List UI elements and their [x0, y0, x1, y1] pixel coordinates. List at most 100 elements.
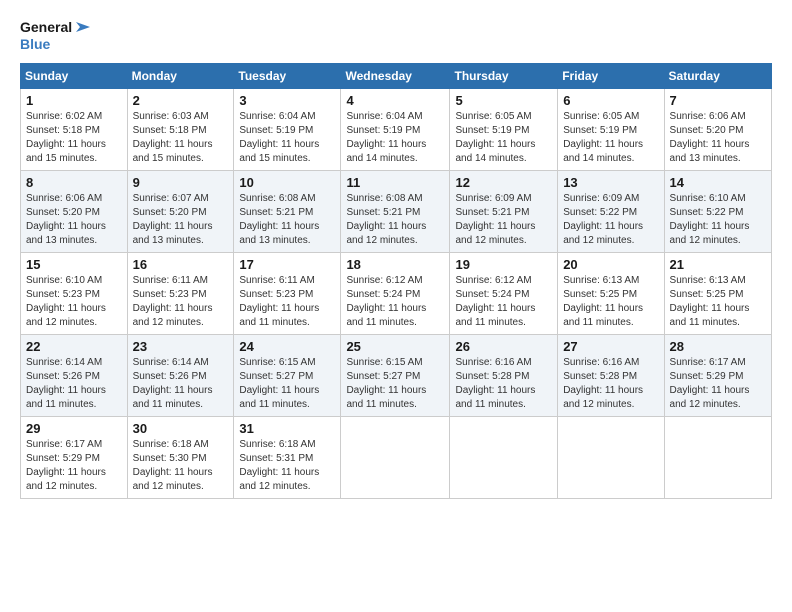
calendar-week-row: 8 Sunrise: 6:06 AMSunset: 5:20 PMDaylight…	[21, 170, 772, 252]
calendar-week-row: 22 Sunrise: 6:14 AMSunset: 5:26 PMDayligh…	[21, 334, 772, 416]
calendar-cell: 6 Sunrise: 6:05 AMSunset: 5:19 PMDaylight…	[558, 88, 664, 170]
day-info: Sunrise: 6:09 AMSunset: 5:22 PMDaylight:…	[563, 192, 658, 248]
day-number: 17	[239, 257, 335, 272]
calendar-cell: 10 Sunrise: 6:08 AMSunset: 5:21 PMDayligh…	[234, 170, 341, 252]
day-number: 12	[455, 175, 552, 190]
calendar-table: SundayMondayTuesdayWednesdayThursdayFrid…	[20, 63, 772, 499]
calendar-header-row: SundayMondayTuesdayWednesdayThursdayFrid…	[21, 63, 772, 88]
day-info: Sunrise: 6:09 AMSunset: 5:21 PMDaylight:…	[455, 192, 552, 248]
day-number: 31	[239, 421, 335, 436]
day-number: 29	[26, 421, 122, 436]
calendar-cell: 17 Sunrise: 6:11 AMSunset: 5:23 PMDayligh…	[234, 252, 341, 334]
calendar-cell: 27Sunrise: 6:16 AMSunset: 5:28 PMDayligh…	[558, 334, 664, 416]
calendar-cell: 31 Sunrise: 6:18 AMSunset: 5:31 PMDayligh…	[234, 416, 341, 498]
day-number: 6	[563, 93, 658, 108]
calendar-cell: 11 Sunrise: 6:08 AMSunset: 5:21 PMDayligh…	[341, 170, 450, 252]
day-info: Sunrise: 6:13 AMSunset: 5:25 PMDaylight:…	[563, 274, 658, 330]
day-number: 27	[563, 339, 658, 354]
day-number: 24	[239, 339, 335, 354]
day-info: Sunrise: 6:12 AMSunset: 5:24 PMDaylight:…	[346, 274, 444, 330]
day-number: 5	[455, 93, 552, 108]
day-number: 15	[26, 257, 122, 272]
day-number: 18	[346, 257, 444, 272]
calendar-cell: 7 Sunrise: 6:06 AMSunset: 5:20 PMDaylight…	[664, 88, 771, 170]
calendar-cell: 14Sunrise: 6:10 AMSunset: 5:22 PMDayligh…	[664, 170, 771, 252]
calendar-cell: 13Sunrise: 6:09 AMSunset: 5:22 PMDayligh…	[558, 170, 664, 252]
page: General Blue SundayMondayTuesdayWednesda…	[0, 0, 792, 612]
calendar-cell: 1 Sunrise: 6:02 AMSunset: 5:18 PMDaylight…	[21, 88, 128, 170]
day-number: 11	[346, 175, 444, 190]
day-number: 25	[346, 339, 444, 354]
day-number: 10	[239, 175, 335, 190]
day-number: 16	[133, 257, 229, 272]
calendar-cell	[558, 416, 664, 498]
calendar-cell: 12 Sunrise: 6:09 AMSunset: 5:21 PMDayligh…	[450, 170, 558, 252]
calendar-cell: 26 Sunrise: 6:16 AMSunset: 5:28 PMDayligh…	[450, 334, 558, 416]
day-number: 22	[26, 339, 122, 354]
calendar-cell: 5Sunrise: 6:05 AMSunset: 5:19 PMDaylight…	[450, 88, 558, 170]
calendar-cell: 4Sunrise: 6:04 AMSunset: 5:19 PMDaylight…	[341, 88, 450, 170]
day-header-friday: Friday	[558, 63, 664, 88]
day-info: Sunrise: 6:11 AMSunset: 5:23 PMDaylight:…	[133, 274, 229, 330]
day-header-tuesday: Tuesday	[234, 63, 341, 88]
day-number: 3	[239, 93, 335, 108]
day-info: Sunrise: 6:11 AMSunset: 5:23 PMDaylight:…	[239, 274, 335, 330]
day-header-thursday: Thursday	[450, 63, 558, 88]
day-info: Sunrise: 6:14 AMSunset: 5:26 PMDaylight:…	[26, 356, 122, 412]
day-info: Sunrise: 6:13 AMSunset: 5:25 PMDaylight:…	[670, 274, 766, 330]
calendar-cell: 30Sunrise: 6:18 AMSunset: 5:30 PMDayligh…	[127, 416, 234, 498]
day-info: Sunrise: 6:14 AMSunset: 5:26 PMDaylight:…	[133, 356, 229, 412]
day-info: Sunrise: 6:17 AMSunset: 5:29 PMDaylight:…	[670, 356, 766, 412]
day-info: Sunrise: 6:16 AMSunset: 5:28 PMDaylight:…	[455, 356, 552, 412]
calendar-week-row: 29 Sunrise: 6:17 AMSunset: 5:29 PMDayligh…	[21, 416, 772, 498]
calendar-cell: 22 Sunrise: 6:14 AMSunset: 5:26 PMDayligh…	[21, 334, 128, 416]
day-number: 20	[563, 257, 658, 272]
calendar-cell	[664, 416, 771, 498]
calendar-cell: 29 Sunrise: 6:17 AMSunset: 5:29 PMDayligh…	[21, 416, 128, 498]
header: General Blue	[20, 18, 772, 53]
day-info: Sunrise: 6:08 AMSunset: 5:21 PMDaylight:…	[346, 192, 444, 248]
day-info: Sunrise: 6:12 AMSunset: 5:24 PMDaylight:…	[455, 274, 552, 330]
day-number: 2	[133, 93, 229, 108]
day-info: Sunrise: 6:18 AMSunset: 5:31 PMDaylight:…	[239, 438, 335, 494]
day-header-monday: Monday	[127, 63, 234, 88]
day-info: Sunrise: 6:05 AMSunset: 5:19 PMDaylight:…	[563, 110, 658, 166]
day-number: 14	[670, 175, 766, 190]
logo-text: General Blue	[20, 18, 92, 53]
calendar-cell: 23Sunrise: 6:14 AMSunset: 5:26 PMDayligh…	[127, 334, 234, 416]
day-info: Sunrise: 6:10 AMSunset: 5:23 PMDaylight:…	[26, 274, 122, 330]
calendar-cell: 3Sunrise: 6:04 AMSunset: 5:19 PMDaylight…	[234, 88, 341, 170]
day-info: Sunrise: 6:06 AMSunset: 5:20 PMDaylight:…	[26, 192, 122, 248]
calendar-cell: 25 Sunrise: 6:15 AMSunset: 5:27 PMDayligh…	[341, 334, 450, 416]
calendar-week-row: 15 Sunrise: 6:10 AMSunset: 5:23 PMDayligh…	[21, 252, 772, 334]
day-number: 28	[670, 339, 766, 354]
day-number: 4	[346, 93, 444, 108]
day-number: 21	[670, 257, 766, 272]
day-number: 7	[670, 93, 766, 108]
logo: General Blue	[20, 18, 92, 53]
day-info: Sunrise: 6:06 AMSunset: 5:20 PMDaylight:…	[670, 110, 766, 166]
day-info: Sunrise: 6:15 AMSunset: 5:27 PMDaylight:…	[239, 356, 335, 412]
day-info: Sunrise: 6:08 AMSunset: 5:21 PMDaylight:…	[239, 192, 335, 248]
day-number: 26	[455, 339, 552, 354]
day-number: 19	[455, 257, 552, 272]
day-number: 1	[26, 93, 122, 108]
day-info: Sunrise: 6:07 AMSunset: 5:20 PMDaylight:…	[133, 192, 229, 248]
calendar-week-row: 1 Sunrise: 6:02 AMSunset: 5:18 PMDaylight…	[21, 88, 772, 170]
day-header-sunday: Sunday	[21, 63, 128, 88]
calendar-cell: 8 Sunrise: 6:06 AMSunset: 5:20 PMDaylight…	[21, 170, 128, 252]
calendar-cell: 24 Sunrise: 6:15 AMSunset: 5:27 PMDayligh…	[234, 334, 341, 416]
day-info: Sunrise: 6:15 AMSunset: 5:27 PMDaylight:…	[346, 356, 444, 412]
calendar-cell	[341, 416, 450, 498]
calendar-cell: 19 Sunrise: 6:12 AMSunset: 5:24 PMDayligh…	[450, 252, 558, 334]
calendar-cell: 16 Sunrise: 6:11 AMSunset: 5:23 PMDayligh…	[127, 252, 234, 334]
day-info: Sunrise: 6:02 AMSunset: 5:18 PMDaylight:…	[26, 110, 122, 166]
logo-arrow-icon	[74, 18, 92, 36]
day-info: Sunrise: 6:03 AMSunset: 5:18 PMDaylight:…	[133, 110, 229, 166]
day-info: Sunrise: 6:17 AMSunset: 5:29 PMDaylight:…	[26, 438, 122, 494]
calendar-cell: 15 Sunrise: 6:10 AMSunset: 5:23 PMDayligh…	[21, 252, 128, 334]
day-number: 8	[26, 175, 122, 190]
day-header-wednesday: Wednesday	[341, 63, 450, 88]
day-number: 30	[133, 421, 229, 436]
calendar-cell: 21 Sunrise: 6:13 AMSunset: 5:25 PMDayligh…	[664, 252, 771, 334]
